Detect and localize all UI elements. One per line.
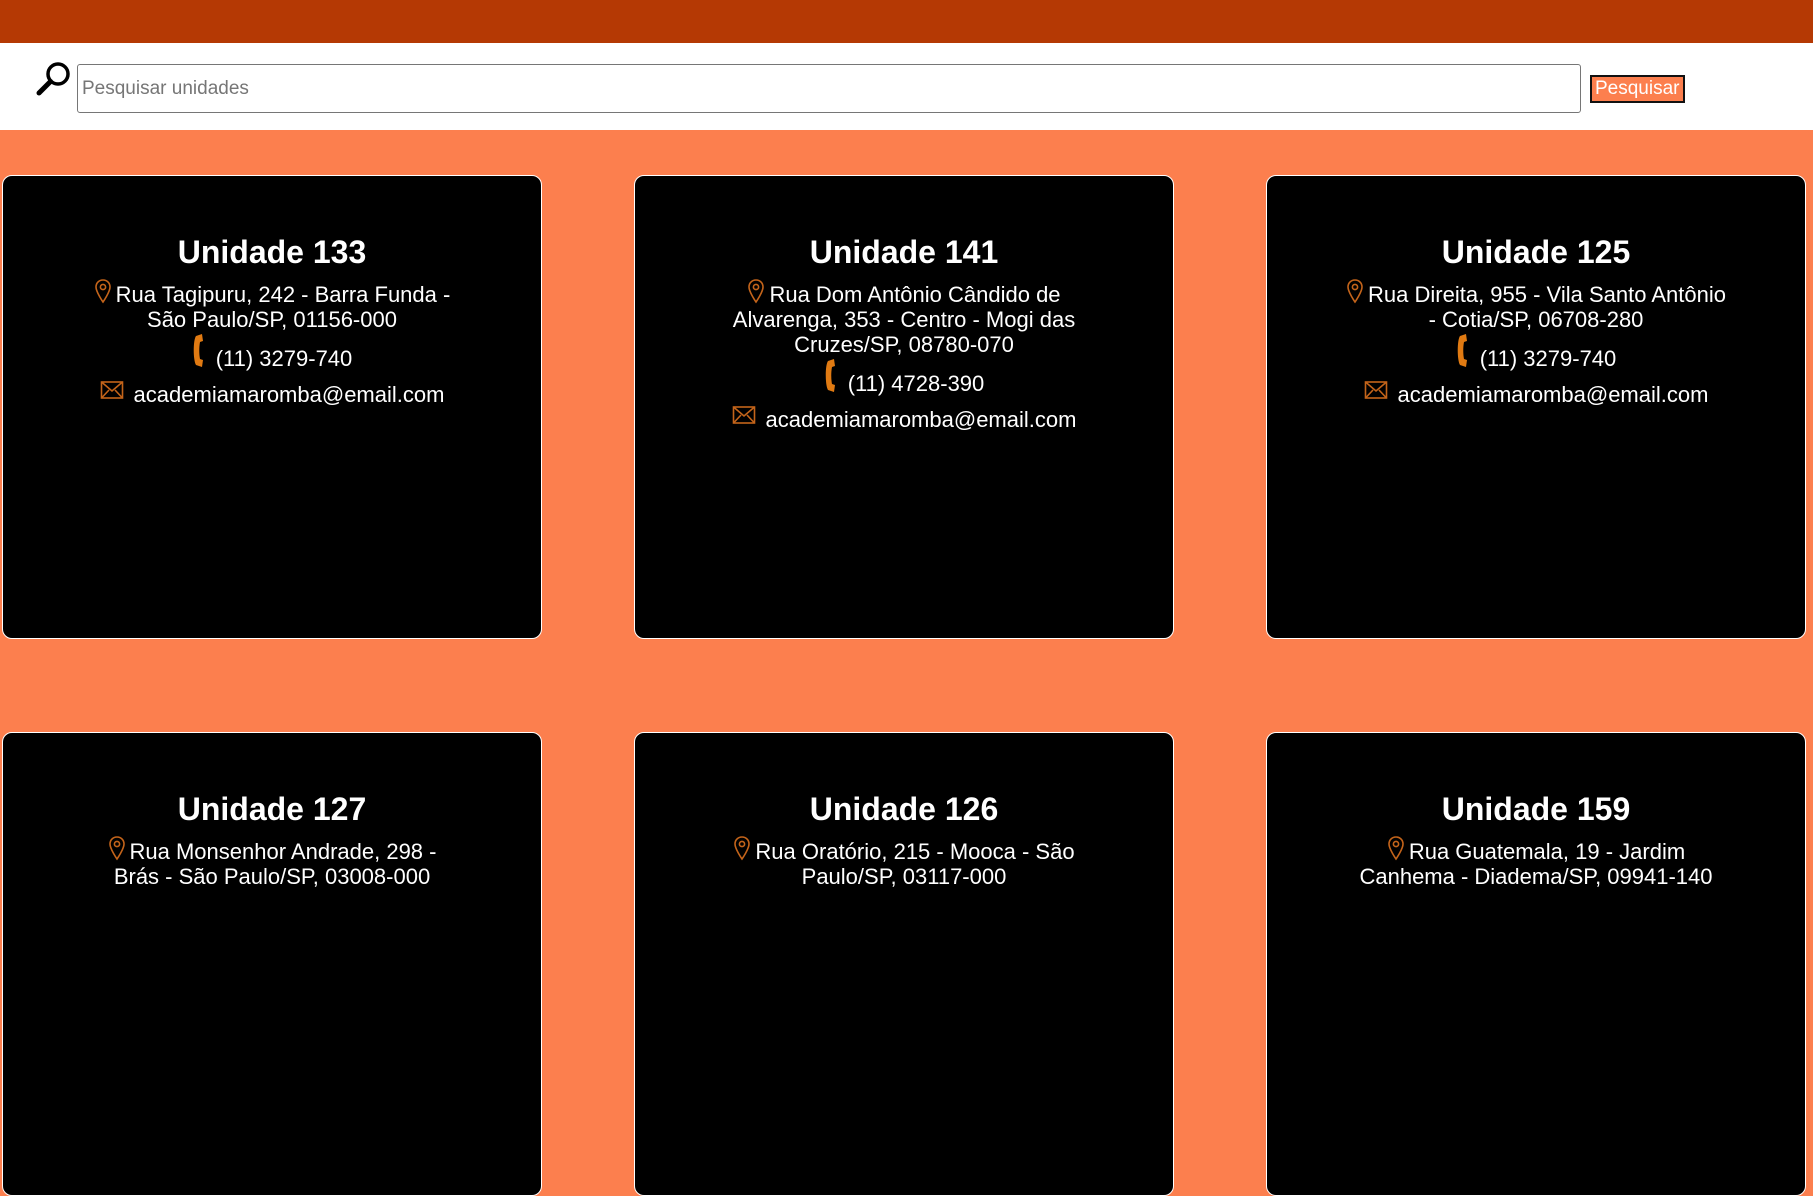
unit-title: Unidade 125 xyxy=(1441,234,1631,270)
unit-email: academiamaromba@email.com xyxy=(635,404,1173,434)
unit-address: Rua Monsenhor Andrade, 298 - Brás - São … xyxy=(82,835,462,889)
envelope-icon xyxy=(100,379,124,399)
unit-email-text: academiamaromba@email.com xyxy=(133,382,445,407)
unit-address-text: Rua Monsenhor Andrade, 298 - Brás - São … xyxy=(113,839,437,889)
envelope-icon xyxy=(1364,379,1388,399)
unit-phone-text: (11) 3279-740 xyxy=(1479,346,1617,371)
unit-card: Unidade 127 Rua Monsenhor Andrade, 298 -… xyxy=(2,732,542,1196)
envelope-icon xyxy=(732,404,756,424)
unit-address: Rua Tagipuru, 242 - Barra Funda - São Pa… xyxy=(82,278,462,332)
search-button[interactable]: Pesquisar xyxy=(1590,75,1685,103)
unit-title: Unidade 127 xyxy=(177,791,367,827)
search-bar: Pesquisar xyxy=(0,43,1813,130)
unit-card: Unidade 159 Rua Guatemala, 19 - Jardim C… xyxy=(1266,732,1806,1196)
unit-card: Unidade 141 Rua Dom Antônio Cândido de A… xyxy=(634,175,1174,639)
location-pin-icon xyxy=(1346,278,1364,304)
top-bar xyxy=(0,0,1813,43)
phone-icon xyxy=(824,357,840,395)
location-pin-icon xyxy=(108,835,126,861)
unit-phone: (11) 3279-740 xyxy=(3,332,541,373)
unit-phone: (11) 3279-740 xyxy=(1267,332,1805,373)
unit-title: Unidade 159 xyxy=(1441,791,1631,827)
unit-email-text: academiamaromba@email.com xyxy=(1397,382,1709,407)
unit-email: academiamaromba@email.com xyxy=(1267,379,1805,409)
unit-title: Unidade 126 xyxy=(809,791,999,827)
phone-icon xyxy=(192,332,208,370)
unit-address: Rua Guatemala, 19 - Jardim Canhema - Dia… xyxy=(1346,835,1726,889)
unit-title: Unidade 141 xyxy=(809,234,999,270)
magnifier-icon[interactable] xyxy=(34,59,74,99)
location-pin-icon xyxy=(1387,835,1405,861)
unit-address-text: Rua Tagipuru, 242 - Barra Funda - São Pa… xyxy=(115,282,451,332)
unit-address-text: Rua Direita, 955 - Vila Santo Antônio - … xyxy=(1368,282,1726,332)
unit-phone: (11) 4728-390 xyxy=(635,357,1173,398)
location-pin-icon xyxy=(94,278,112,304)
search-input[interactable] xyxy=(77,64,1581,113)
location-pin-icon xyxy=(747,278,765,304)
unit-card: Unidade 126 Rua Oratório, 215 - Mooca - … xyxy=(634,732,1174,1196)
unit-card: Unidade 133 Rua Tagipuru, 242 - Barra Fu… xyxy=(2,175,542,639)
unit-email: academiamaromba@email.com xyxy=(3,379,541,409)
unit-address-text: Rua Dom Antônio Cândido de Alvarenga, 35… xyxy=(732,282,1076,357)
unit-phone-text: (11) 3279-740 xyxy=(215,346,353,371)
phone-icon xyxy=(1456,332,1472,370)
unit-address: Rua Dom Antônio Cândido de Alvarenga, 35… xyxy=(714,278,1094,357)
unit-email-text: academiamaromba@email.com xyxy=(765,407,1077,432)
unit-cards-grid: Unidade 133 Rua Tagipuru, 242 - Barra Fu… xyxy=(0,175,1813,1196)
unit-address-text: Rua Guatemala, 19 - Jardim Canhema - Dia… xyxy=(1359,839,1713,889)
unit-address: Rua Direita, 955 - Vila Santo Antônio - … xyxy=(1346,278,1726,332)
unit-phone-text: (11) 4728-390 xyxy=(847,371,985,396)
unit-address: Rua Oratório, 215 - Mooca - São Paulo/SP… xyxy=(714,835,1094,889)
unit-title: Unidade 133 xyxy=(177,234,367,270)
location-pin-icon xyxy=(733,835,751,861)
unit-address-text: Rua Oratório, 215 - Mooca - São Paulo/SP… xyxy=(755,839,1075,889)
unit-card: Unidade 125 Rua Direita, 955 - Vila Sant… xyxy=(1266,175,1806,639)
